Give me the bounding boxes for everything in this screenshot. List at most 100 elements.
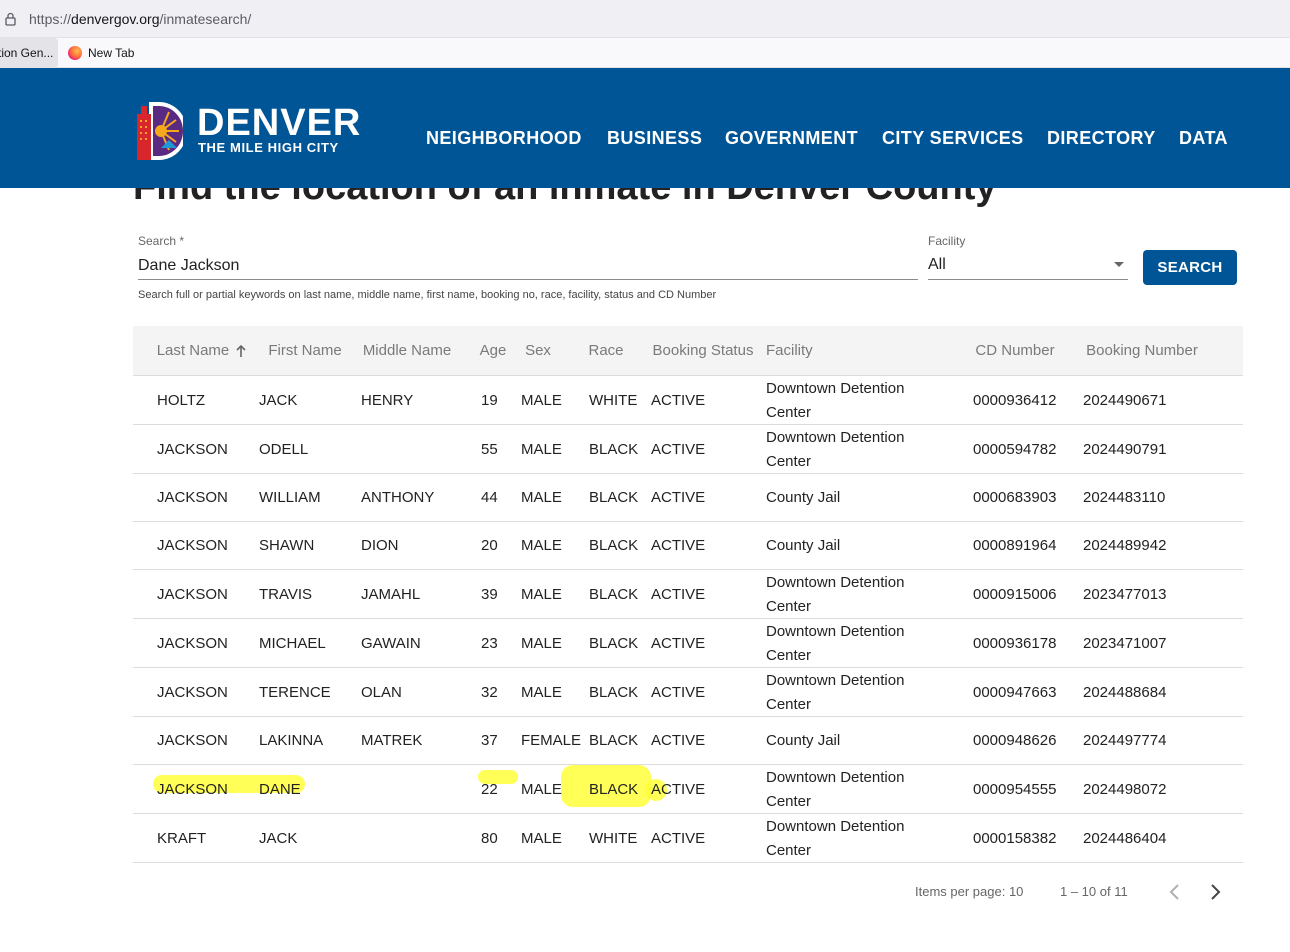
- table-row[interactable]: KRAFT JACK 80 MALE WHITE ACTIVE Downtown Deten…: [133, 814, 1243, 863]
- cell-facility: County Jail: [766, 537, 841, 554]
- cell-race: WHITE: [589, 829, 638, 847]
- cell-last-name: JACKSON: [157, 440, 228, 458]
- cell-last-name: HOLTZ: [157, 391, 206, 409]
- cell-cd-number: 0000594782: [973, 440, 1057, 458]
- logo-wordmark[interactable]: DENVER: [197, 104, 361, 142]
- cell-cd-number: 0000158382: [973, 829, 1057, 847]
- table-body: HOLTZ JACK HENRY 19 MALE WHITE ACTIVE Downtown …: [133, 376, 1243, 863]
- cell-sex: MALE: [521, 489, 562, 506]
- facility-select[interactable]: All: [928, 252, 1128, 280]
- cell-booking-number: 2024483110: [1083, 489, 1166, 506]
- firefox-icon: [68, 46, 82, 60]
- cell-booking-status: ACTIVE: [651, 489, 706, 506]
- table-row[interactable]: JACKSON MICHAEL GAWAIN 23 MALE BLACK ACTIVE Dow…: [133, 619, 1243, 668]
- nav-city-services[interactable]: CITY SERVICES: [882, 128, 1024, 149]
- lock-icon: [5, 12, 16, 26]
- page-range: 1 – 10 of 11: [1060, 884, 1128, 899]
- cell-booking-number: 2023477013: [1083, 585, 1167, 603]
- facility-selected-value: All: [928, 256, 946, 273]
- cell-race: BLACK: [589, 780, 639, 798]
- cell-sex: FEMALE: [521, 732, 582, 749]
- table-row[interactable]: JACKSON TRAVIS JAMAHL 39 MALE BLACK ACTIVE Down…: [133, 570, 1243, 619]
- table-row[interactable]: HOLTZ JACK HENRY 19 MALE WHITE ACTIVE Downtown …: [133, 376, 1243, 425]
- cell-sex: MALE: [521, 585, 562, 603]
- cell-cd-number: 0000936412: [973, 391, 1057, 409]
- bookmark-item[interactable]: tion Gen...: [0, 38, 58, 68]
- facility-label: Facility: [928, 234, 966, 248]
- denver-logo-icon[interactable]: [135, 100, 183, 162]
- cell-age: 39: [481, 585, 498, 603]
- cell-age: 37: [481, 732, 498, 749]
- sort-arrow-up-icon[interactable]: [235, 343, 247, 359]
- caret-down-icon: [1114, 262, 1124, 267]
- chevron-right-icon[interactable]: [1203, 880, 1227, 904]
- cell-race: BLACK: [589, 683, 639, 701]
- page-title: Find the location of an inmate in Denver…: [133, 188, 997, 208]
- browser-url-bar[interactable]: https://denvergov.org/inmatesearch/: [0, 0, 1290, 38]
- search-button[interactable]: SEARCH: [1143, 250, 1237, 285]
- header-booking-status[interactable]: Booking Status: [651, 326, 755, 376]
- header-middle-name[interactable]: Middle Name: [357, 326, 457, 376]
- cell-last-name: JACKSON: [157, 634, 228, 652]
- cell-facility: Downtown Detention Center: [766, 428, 905, 470]
- nav-directory[interactable]: DIRECTORY: [1047, 128, 1156, 149]
- header-race[interactable]: Race: [585, 326, 627, 376]
- cell-first-name: JACK: [259, 829, 298, 847]
- cell-booking-status: ACTIVE: [651, 537, 706, 554]
- cell-middle-name: DION: [361, 537, 399, 554]
- results-table: Last Name First Name Middle Name Age Sex Race…: [133, 326, 1243, 863]
- table-row[interactable]: JACKSON ODELL 55 MALE BLACK ACTIVE Downtown De…: [133, 425, 1243, 474]
- search-label: Search *: [138, 234, 185, 248]
- table-row[interactable]: JACKSON WILLIAM ANTHONY 44 MALE BLACK ACTIVE Co…: [133, 474, 1243, 522]
- nav-neighborhood[interactable]: NEIGHBORHOOD: [426, 128, 582, 149]
- cell-age: 80: [481, 829, 498, 847]
- nav-government[interactable]: GOVERNMENT: [725, 128, 858, 149]
- cell-last-name: KRAFT: [157, 829, 207, 847]
- cell-booking-status: ACTIVE: [651, 634, 706, 652]
- header-sex[interactable]: Sex: [517, 326, 559, 376]
- cell-first-name: MICHAEL: [259, 634, 326, 652]
- cell-race: WHITE: [589, 391, 638, 409]
- bookmarks-toolbar: tion Gen... New Tab: [0, 38, 1290, 68]
- header-age[interactable]: Age: [477, 326, 509, 376]
- cell-middle-name: OLAN: [361, 683, 402, 701]
- table-row[interactable]: JACKSON SHAWN DION 20 MALE BLACK ACTIVE County …: [133, 522, 1243, 570]
- cell-booking-number: 2024489942: [1083, 537, 1167, 554]
- cell-booking-status: ACTIVE: [651, 683, 706, 701]
- items-per-page[interactable]: Items per page: 10: [915, 884, 1023, 899]
- cell-cd-number: 0000947663: [973, 683, 1057, 701]
- cell-last-name: JACKSON: [157, 585, 228, 603]
- table-row[interactable]: JACKSON DANE 22 MALE BLACK ACTIVE Downtown Det…: [133, 765, 1243, 814]
- table-row[interactable]: JACKSON LAKINNA MATREK 37 FEMALE BLACK ACTIVE C…: [133, 717, 1243, 765]
- cell-booking-status: ACTIVE: [651, 780, 706, 798]
- header-booking-number[interactable]: Booking Number: [1079, 326, 1205, 376]
- cell-sex: MALE: [521, 683, 562, 701]
- cell-race: BLACK: [589, 440, 639, 458]
- table-row[interactable]: JACKSON TERENCE OLAN 32 MALE BLACK ACTIVE Downt…: [133, 668, 1243, 717]
- chevron-left-icon[interactable]: [1163, 880, 1187, 904]
- cell-facility: County Jail: [766, 489, 841, 506]
- cell-facility: Downtown Detention Center: [766, 768, 905, 810]
- bookmark-new-tab[interactable]: New Tab: [68, 46, 134, 60]
- nav-business[interactable]: BUSINESS: [607, 128, 702, 149]
- cell-first-name: LAKINNA: [259, 732, 324, 749]
- cell-facility: Downtown Detention Center: [766, 817, 905, 859]
- cell-first-name: SHAWN: [259, 537, 315, 554]
- cell-middle-name: HENRY: [361, 391, 414, 409]
- cell-booking-status: ACTIVE: [651, 829, 706, 847]
- header-first-name[interactable]: First Name: [253, 326, 357, 376]
- cell-booking-number: 2024497774: [1083, 732, 1167, 749]
- cell-cd-number: 0000891964: [973, 537, 1057, 554]
- cell-booking-status: ACTIVE: [651, 391, 706, 409]
- url-text[interactable]: https://denvergov.org/inmatesearch/: [29, 11, 251, 27]
- cell-booking-number: 2024498072: [1083, 780, 1167, 798]
- nav-data[interactable]: DATA: [1179, 128, 1228, 149]
- header-cd-number[interactable]: CD Number: [963, 326, 1067, 376]
- cell-last-name: JACKSON: [157, 732, 228, 749]
- cell-cd-number: 0000954555: [973, 780, 1057, 798]
- search-input[interactable]: [138, 252, 918, 280]
- cell-last-name: JACKSON: [157, 683, 228, 701]
- cell-middle-name: ANTHONY: [361, 489, 435, 506]
- cell-sex: MALE: [521, 391, 562, 409]
- header-facility[interactable]: Facility: [766, 326, 946, 376]
